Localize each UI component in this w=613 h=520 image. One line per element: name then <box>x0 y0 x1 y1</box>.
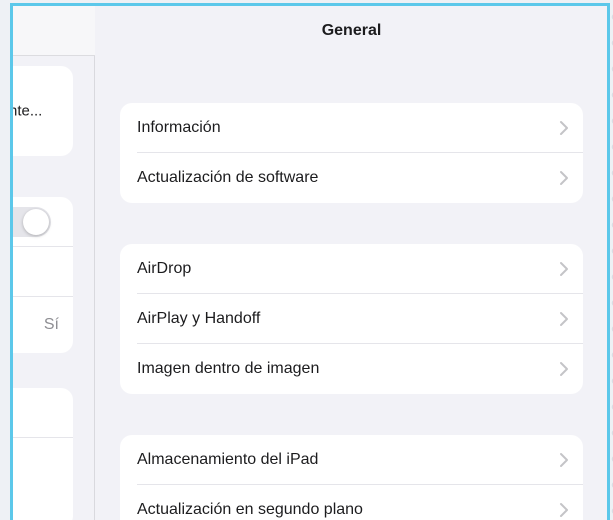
settings-detail-pane: General Información Actualización de sof… <box>96 6 607 520</box>
settings-group-storage: Almacenamiento del iPad Actualización en… <box>120 435 583 520</box>
settings-item-label: AirPlay y Handoff <box>137 310 261 327</box>
sidebar-item-value-row[interactable]: Sí <box>13 297 73 353</box>
sidebar-item-truncated-label: nte... <box>13 102 43 120</box>
settings-item-actualizacion-software[interactable]: Actualización de software <box>120 153 583 203</box>
chevron-right-icon <box>560 312 568 326</box>
sidebar-item-toggle-row[interactable] <box>13 197 73 247</box>
settings-item-label: AirDrop <box>137 260 192 277</box>
settings-item-label: Actualización de software <box>137 169 319 186</box>
settings-group-sharing: AirDrop AirPlay y Handoff Imagen dentro … <box>120 244 583 394</box>
chevron-right-icon <box>560 262 568 276</box>
settings-sidebar: nte... Sí <box>13 6 95 520</box>
ipad-settings-window: nte... Sí General Información <box>10 3 610 520</box>
settings-item-airdrop[interactable]: AirDrop <box>120 244 583 294</box>
settings-item-label: Información <box>137 119 221 136</box>
sidebar-card-account[interactable]: nte... <box>13 66 73 156</box>
chevron-right-icon <box>560 171 568 185</box>
sidebar-toggle-switch[interactable] <box>13 206 51 237</box>
sidebar-card-general <box>13 388 73 520</box>
settings-item-label: Imagen dentro de imagen <box>137 360 320 377</box>
settings-item-label: Actualización en segundo plano <box>137 501 363 518</box>
settings-group-about: Información Actualización de software <box>120 103 583 203</box>
sidebar-card-connectivity: Sí <box>13 197 73 353</box>
sidebar-item-2[interactable] <box>13 438 73 488</box>
settings-item-almacenamiento[interactable]: Almacenamiento del iPad <box>120 435 583 485</box>
settings-item-actualizacion-segundo-plano[interactable]: Actualización en segundo plano <box>120 485 583 520</box>
chevron-right-icon <box>560 362 568 376</box>
chevron-right-icon <box>560 121 568 135</box>
sidebar-item-value: Sí <box>43 316 59 333</box>
settings-item-informacion[interactable]: Información <box>120 103 583 153</box>
page-title: General <box>321 22 382 39</box>
sidebar-top-bar <box>13 6 95 56</box>
sidebar-item-account[interactable]: nte... <box>13 66 73 156</box>
chevron-right-icon <box>560 503 568 517</box>
settings-item-label: Almacenamiento del iPad <box>137 451 319 468</box>
chevron-right-icon <box>560 453 568 467</box>
settings-item-airplay-handoff[interactable]: AirPlay y Handoff <box>120 294 583 344</box>
sidebar-item-blank[interactable] <box>13 247 73 297</box>
settings-item-imagen-en-imagen[interactable]: Imagen dentro de imagen <box>120 344 583 394</box>
sidebar-item-1[interactable] <box>13 388 73 438</box>
